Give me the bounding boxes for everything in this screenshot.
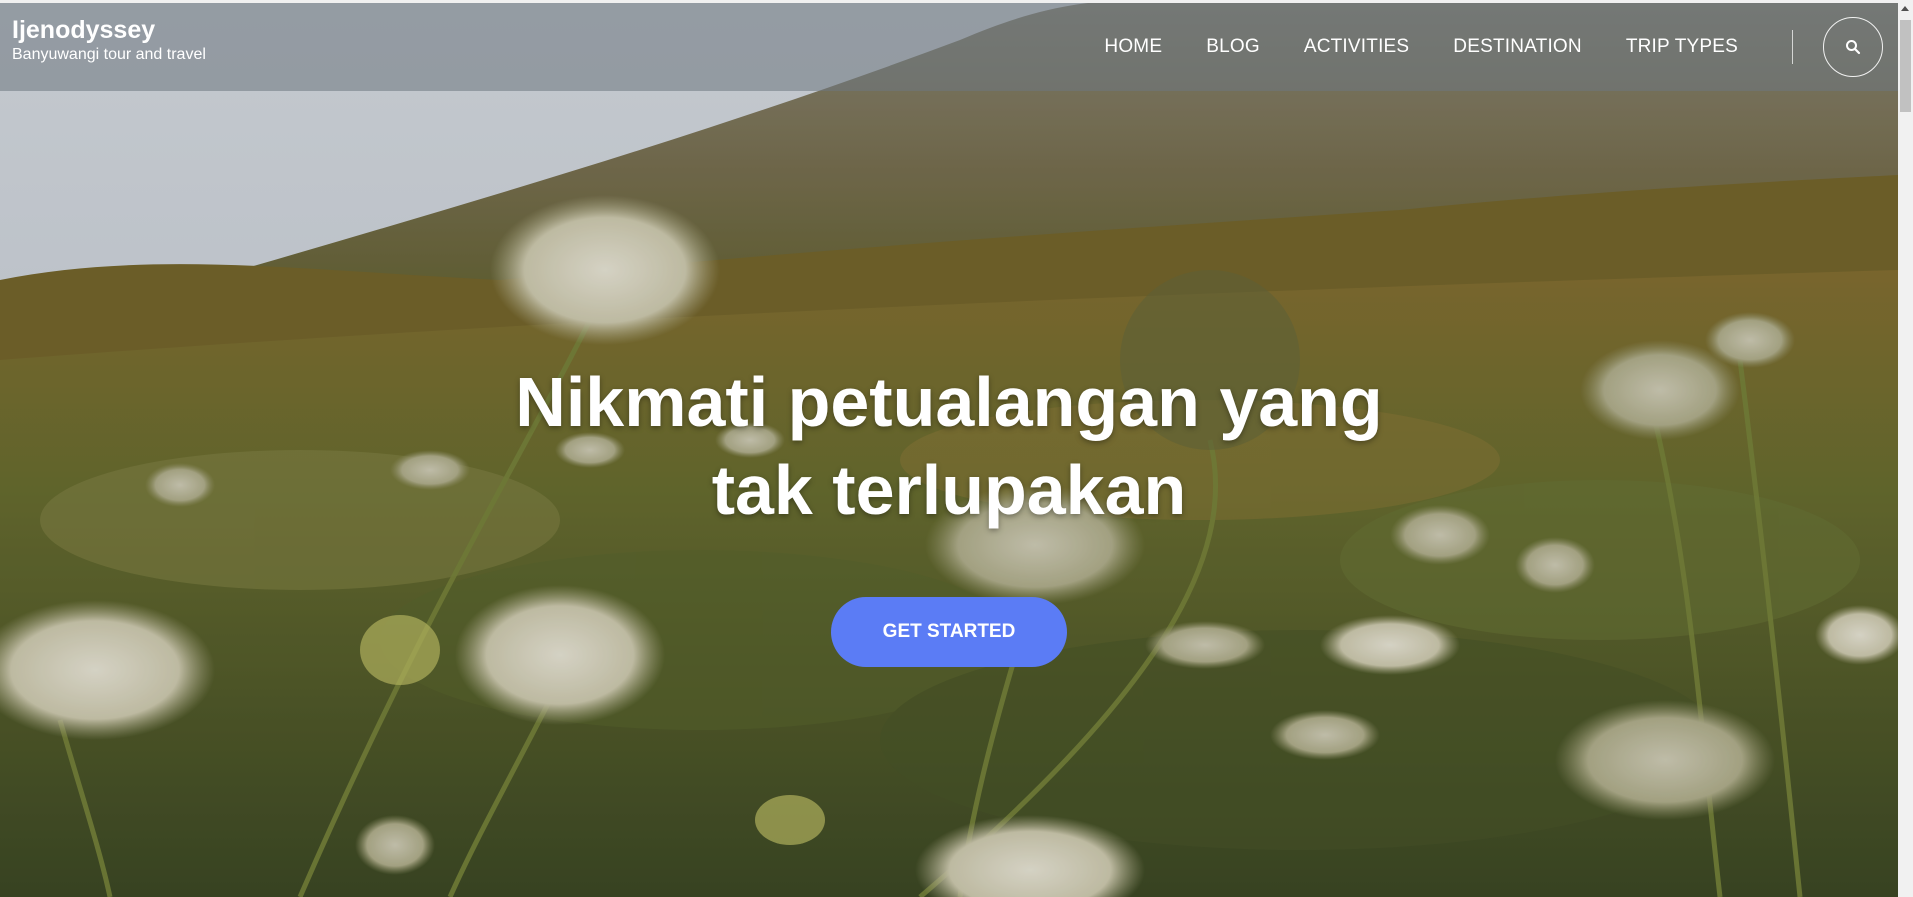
search-icon [1846,40,1861,55]
nav-divider [1792,30,1793,64]
hero-title: Nikmati petualangan yang tak terlupakan [499,358,1399,534]
scroll-up-arrow-icon[interactable] [1901,6,1909,11]
site-title[interactable]: Ijenodyssey [12,15,206,45]
page-scrollbar[interactable] [1898,0,1913,897]
page: Ijenodyssey Banyuwangi tour and travel H… [0,0,1913,897]
main-nav: HOME BLOG ACTIVITIES DESTINATION TRIP TY… [1104,3,1898,91]
hero-title-line-2: tak terlupakan [711,451,1187,529]
scrollbar-thumb[interactable] [1900,20,1911,112]
search-button[interactable] [1823,17,1883,77]
site-tagline: Banyuwangi tour and travel [12,46,206,63]
window-top-edge [0,0,1913,3]
get-started-button[interactable]: GET STARTED [831,597,1067,667]
nav-item-blog[interactable]: BLOG [1206,36,1260,58]
brand[interactable]: Ijenodyssey Banyuwangi tour and travel [12,15,206,65]
nav-item-destination[interactable]: DESTINATION [1453,36,1582,58]
nav-item-trip-types[interactable]: TRIP TYPES [1626,36,1738,58]
nav-item-activities[interactable]: ACTIVITIES [1304,36,1409,58]
nav-item-home[interactable]: HOME [1104,36,1162,58]
site-header: Ijenodyssey Banyuwangi tour and travel H… [0,3,1898,91]
hero-section: Nikmati petualangan yang tak terlupakan … [0,358,1898,667]
hero-title-line-1: Nikmati petualangan yang [515,363,1383,441]
